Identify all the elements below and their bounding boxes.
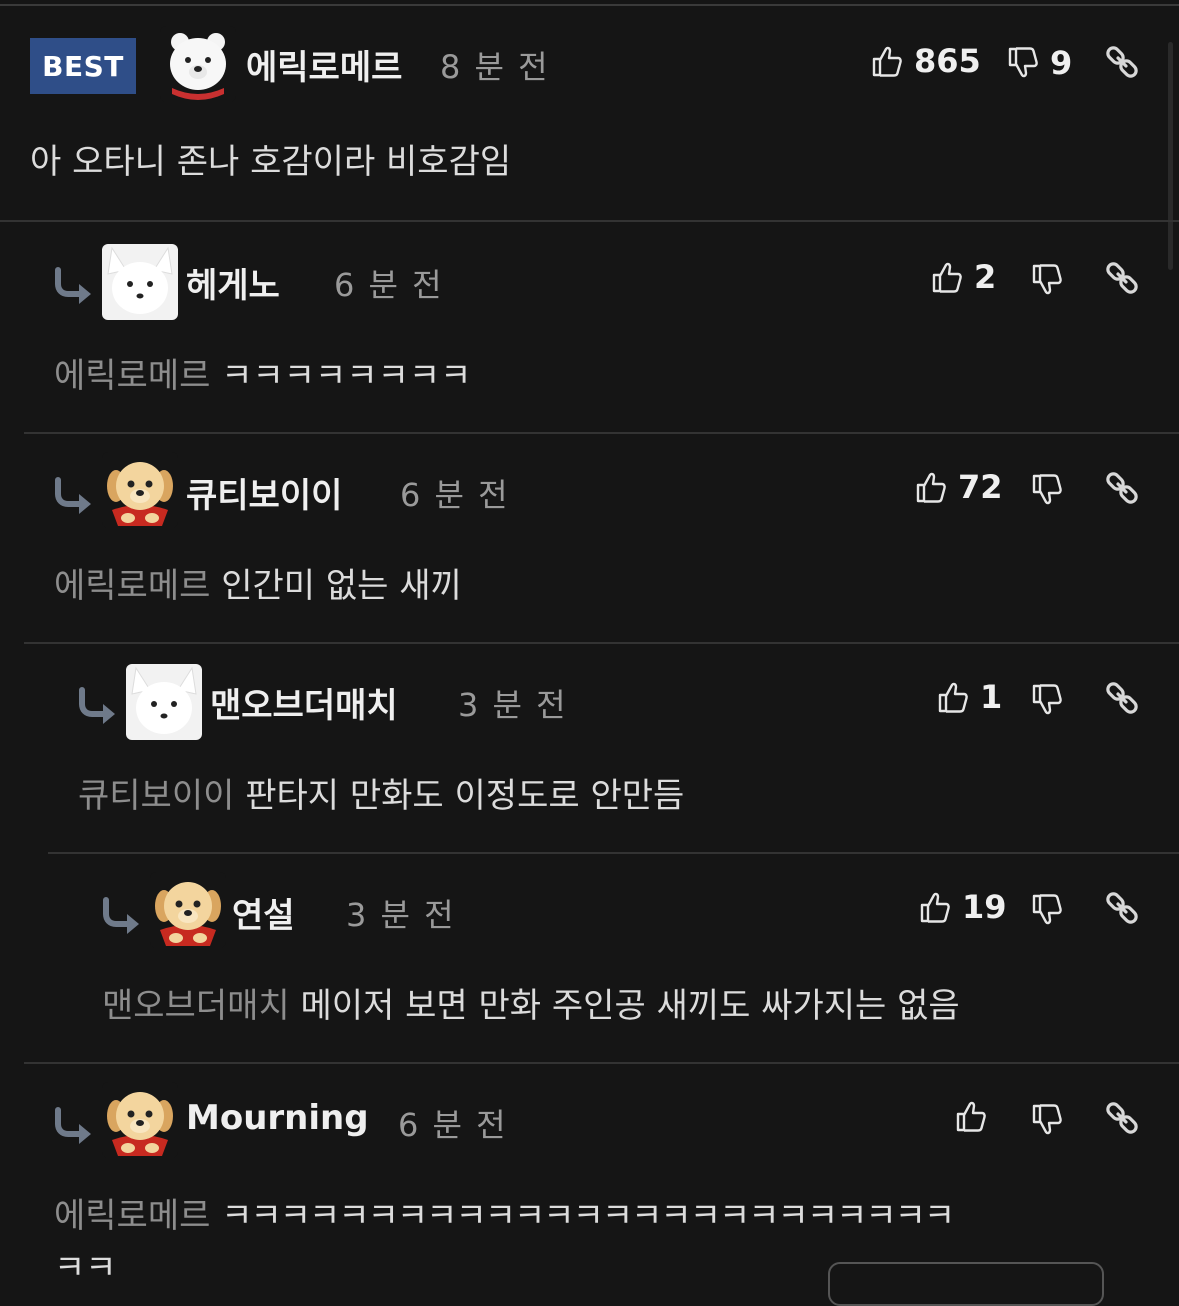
mention-link[interactable]: 큐티보이이 — [78, 776, 234, 816]
like-count: 19 — [962, 888, 1007, 926]
dislike-button[interactable] — [1028, 1102, 1064, 1138]
comment-time: 3 분 전 — [458, 686, 568, 724]
dislike-button[interactable] — [1028, 892, 1064, 928]
comment-text: 인간미 없는 새끼 — [221, 566, 462, 606]
thumbs-up-icon — [868, 43, 904, 79]
dislike-count: 9 — [1050, 44, 1073, 82]
comment-author[interactable]: 연설 — [232, 888, 295, 937]
comment-body: 에릭로메르 ㅋㅋㅋㅋㅋㅋㅋㅋ — [54, 348, 471, 397]
thumbs-down-icon — [1028, 1102, 1064, 1138]
dislike-button[interactable] — [1028, 472, 1064, 508]
link-icon[interactable] — [1104, 44, 1140, 80]
thumbs-up-icon — [916, 889, 952, 925]
like-button[interactable]: 865 — [868, 42, 981, 80]
like-button[interactable]: 19 — [916, 888, 1007, 926]
comment-text: ㅋㅋㅋㅋㅋㅋㅋㅋ — [221, 356, 472, 396]
mention-link[interactable]: 에릭로메르 — [54, 566, 210, 606]
dislike-button[interactable]: 9 — [1004, 44, 1072, 82]
comment-time: 6 분 전 — [334, 266, 444, 304]
dislike-button[interactable] — [1028, 262, 1064, 298]
like-button[interactable]: 2 — [928, 258, 996, 296]
dislike-button[interactable] — [1028, 682, 1064, 718]
like-button[interactable]: 1 — [934, 678, 1002, 716]
comment-author[interactable]: 에릭로메르 — [246, 40, 402, 89]
link-icon[interactable] — [1104, 470, 1140, 506]
comment-author[interactable]: 맨오브더매치 — [210, 678, 398, 727]
comment-author[interactable]: 헤게노 — [186, 258, 280, 307]
like-count: 2 — [974, 258, 997, 296]
like-count: 72 — [958, 468, 1003, 506]
puppy-avatar[interactable] — [150, 872, 226, 948]
like-button[interactable] — [952, 1098, 988, 1134]
reply-arrow-icon — [76, 686, 120, 726]
thumbs-down-icon — [1028, 262, 1064, 298]
arctic-fox-avatar[interactable] — [102, 244, 178, 320]
comment-time: 6 분 전 — [398, 1106, 508, 1144]
thumbs-up-icon — [934, 679, 970, 715]
floating-button[interactable] — [828, 1262, 1104, 1306]
comment-time: 8 분 전 — [440, 48, 550, 86]
like-count: 1 — [980, 678, 1003, 716]
thumbs-up-icon — [928, 259, 964, 295]
thumbs-down-icon — [1028, 892, 1064, 928]
reply-comment: 연설 3 분 전 19 맨오브더매치 메이저 보면 만화 주인공 새끼도 싸가지… — [0, 852, 1179, 1062]
comment-time: 6 분 전 — [400, 476, 510, 514]
comment-body: 맨오브더매치 메이저 보면 만화 주인공 새끼도 싸가지는 없음 — [102, 978, 960, 1027]
thumbs-down-icon — [1004, 45, 1040, 81]
reply-arrow-icon — [52, 1106, 96, 1146]
puppy-avatar[interactable] — [102, 1082, 178, 1158]
polar-bear-avatar[interactable] — [160, 26, 236, 102]
comment-body: 에릭로메르 ㅋㅋㅋㅋㅋㅋㅋㅋㅋㅋㅋㅋㅋㅋㅋㅋㅋㅋㅋㅋㅋㅋㅋㅋㅋ — [54, 1188, 955, 1237]
mention-link[interactable]: 에릭로메르 — [54, 1196, 210, 1236]
link-icon[interactable] — [1104, 1100, 1140, 1136]
reply-arrow-icon — [52, 476, 96, 516]
reply-comment: 헤게노 6 분 전 2 에릭로메르 ㅋㅋㅋㅋㅋㅋㅋㅋ — [0, 222, 1179, 432]
comment-body: 에릭로메르 인간미 없는 새끼 — [54, 558, 462, 607]
comment-author[interactable]: 큐티보이이 — [186, 468, 342, 517]
comment-best: BEST 에릭로메르 8 분 전 865 9 아 오타니 존나 호감이라 비호감… — [0, 0, 1179, 222]
comment-time: 3 분 전 — [346, 896, 456, 934]
best-badge: BEST — [30, 38, 136, 94]
reply-comment: 큐티보이이 6 분 전 72 에릭로메르 인간미 없는 새끼 — [0, 432, 1179, 642]
thumbs-up-icon — [952, 1098, 988, 1134]
like-button[interactable]: 72 — [912, 468, 1003, 506]
thumbs-down-icon — [1028, 472, 1064, 508]
thumbs-up-icon — [912, 469, 948, 505]
reply-arrow-icon — [100, 896, 144, 936]
link-icon[interactable] — [1104, 680, 1140, 716]
comment-text: ㅋㅋㅋㅋㅋㅋㅋㅋㅋㅋㅋㅋㅋㅋㅋㅋㅋㅋㅋㅋㅋㅋㅋㅋㅋ — [221, 1196, 955, 1236]
reply-arrow-icon — [52, 266, 96, 306]
comment-body: 큐티보이이 판타지 만화도 이정도로 안만듬 — [78, 768, 684, 817]
puppy-avatar[interactable] — [102, 452, 178, 528]
comment-author[interactable]: Mourning — [186, 1098, 369, 1138]
mention-link[interactable]: 에릭로메르 — [54, 356, 210, 396]
link-icon[interactable] — [1104, 890, 1140, 926]
reply-comment: 맨오브더매치 3 분 전 1 큐티보이이 판타지 만화도 이정도로 안만듬 — [0, 642, 1179, 852]
comment-body-continued: ㅋㅋ — [54, 1248, 117, 1288]
arctic-fox-avatar[interactable] — [126, 664, 202, 740]
comment-body: 아 오타니 존나 호감이라 비호감임 — [30, 142, 512, 182]
reply-comment: Mourning 6 분 전 에릭로메르 ㅋㅋㅋㅋㅋㅋㅋㅋㅋㅋㅋㅋㅋㅋㅋㅋㅋㅋㅋ… — [0, 1062, 1179, 1288]
mention-link[interactable]: 맨오브더매치 — [102, 986, 290, 1026]
comment-text: 판타지 만화도 이정도로 안만듬 — [245, 776, 685, 816]
comment-text: 메이저 보면 만화 주인공 새끼도 싸가지는 없음 — [300, 986, 960, 1026]
like-count: 865 — [914, 42, 981, 80]
link-icon[interactable] — [1104, 260, 1140, 296]
thumbs-down-icon — [1028, 682, 1064, 718]
